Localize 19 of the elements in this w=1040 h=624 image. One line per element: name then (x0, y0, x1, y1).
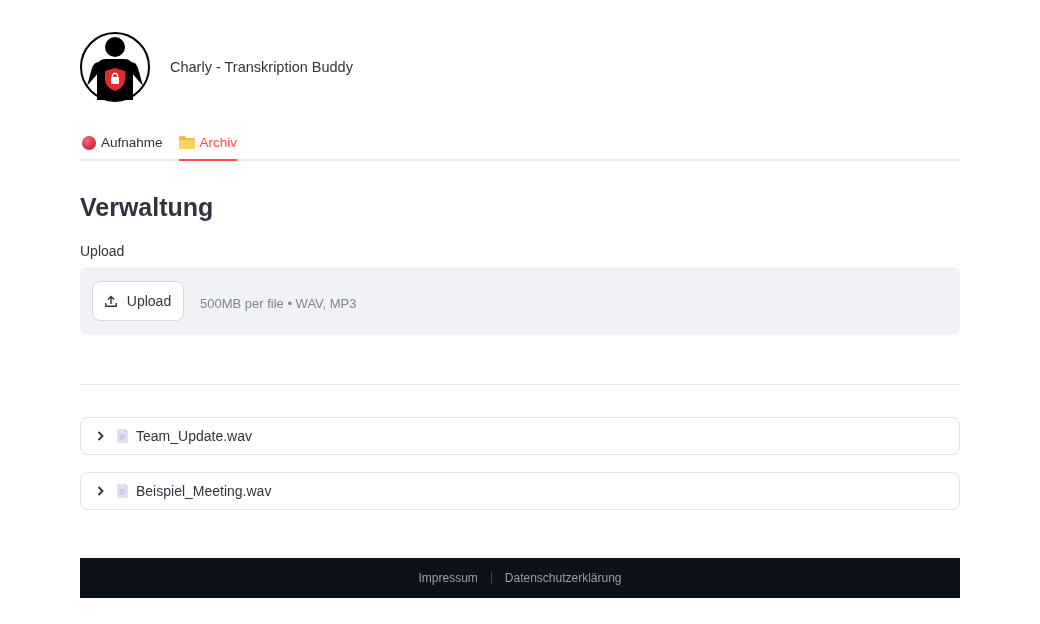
tab[interactable]: Aufnahme (82, 126, 163, 161)
document-icon (117, 429, 128, 443)
file-name: Beispiel_Meeting.wav (136, 483, 272, 499)
app-title: Charly - Transkription Buddy (170, 59, 353, 75)
section-heading: Verwaltung (80, 192, 214, 223)
upload-label: Upload (80, 242, 125, 261)
avatar-icon (80, 32, 150, 102)
upload-icon (104, 295, 117, 307)
footer-link[interactable]: Datenschutzerklärung (504, 571, 622, 585)
document-icon (117, 484, 128, 498)
upload-hint: 500MB per file • WAV, MP3 (200, 295, 357, 311)
file-expander[interactable]: Team_Update.wav (80, 417, 960, 455)
folder-icon (178, 136, 195, 149)
ball-icon (82, 135, 96, 150)
upload-dropzone[interactable]: Upload 500MB per file • WAV, MP3 (80, 267, 960, 335)
upload-button[interactable]: Upload (92, 281, 184, 321)
footer-link[interactable]: Impressum (418, 571, 478, 585)
file-name: Team_Update.wav (136, 428, 252, 444)
file-expander[interactable]: Beispiel_Meeting.wav (80, 472, 960, 510)
